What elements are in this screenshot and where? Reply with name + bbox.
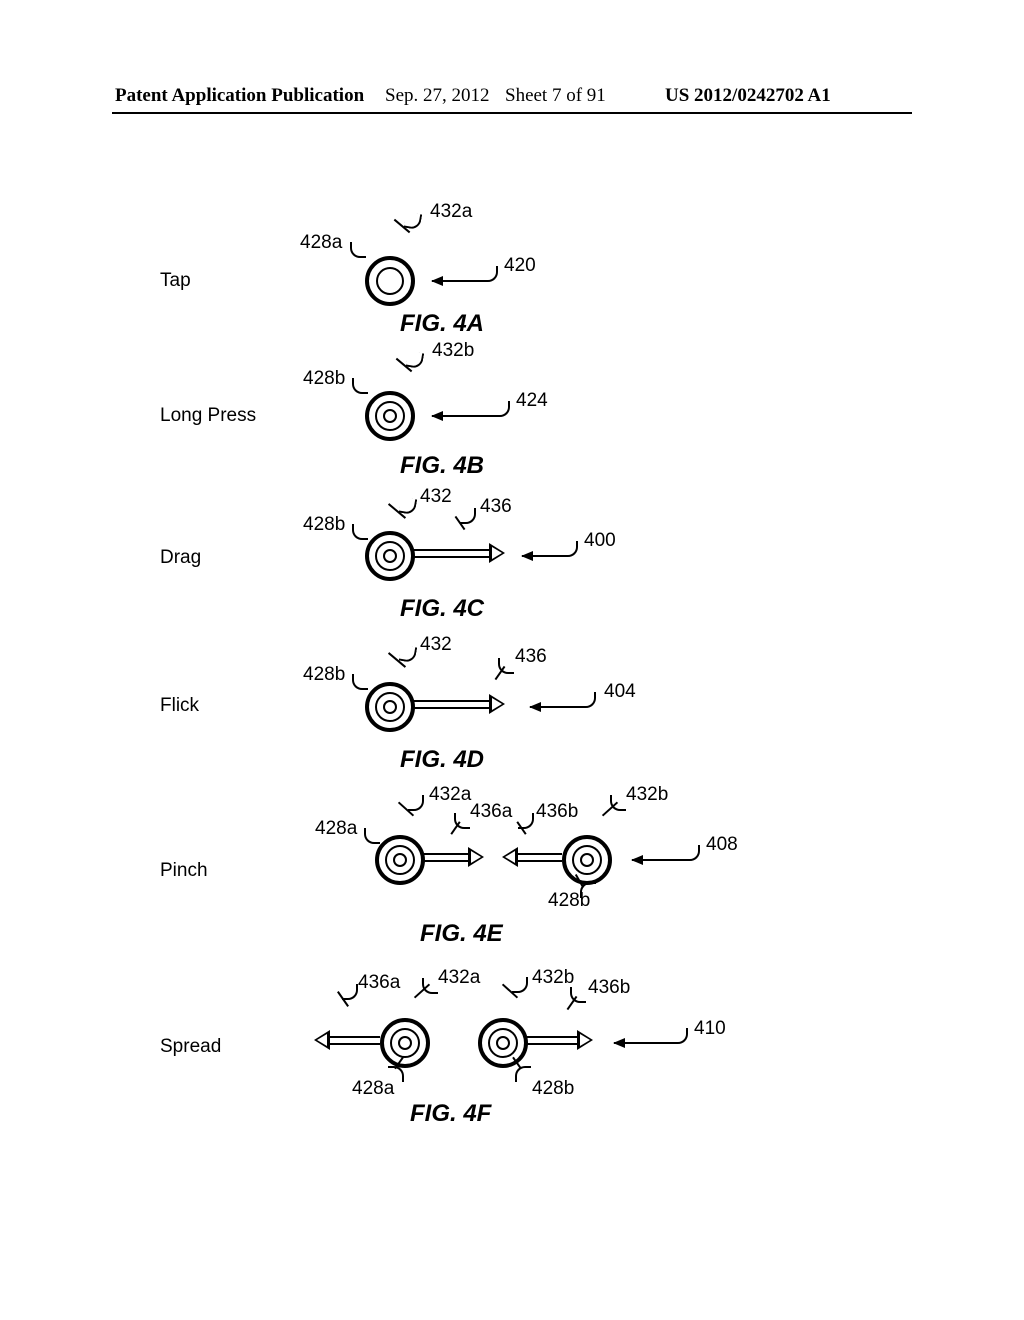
leader-hook-icon [399,645,418,664]
ref-436a: 436a [358,972,400,994]
leader-hook-icon [684,845,700,861]
pointer-arrow-icon [530,706,580,708]
flick-motion-arrow-icon [413,700,503,710]
pointer-arrow-icon [614,1042,672,1044]
ref-432b: 432b [432,340,474,362]
ref-408: 408 [706,834,738,856]
drag-origin-icon [365,531,415,581]
pinch-right-arrow-icon [424,853,482,863]
drag-motion-arrow-icon [413,549,503,559]
sheet-number: Sheet 7 of 91 [505,85,606,107]
ref-428a: 428a [315,818,357,840]
pointer-arrow-icon [432,280,482,282]
gesture-label-drag: Drag [160,547,201,569]
ref-404: 404 [604,681,636,703]
flick-origin-icon [365,682,415,732]
leader-hook-icon [342,984,358,1000]
leader-hook-icon [580,692,596,708]
gesture-label-pinch: Pinch [160,860,208,882]
ref-432a: 432a [438,967,480,989]
ref-432: 432 [420,486,452,508]
ref-428b: 428b [303,664,345,686]
leader-hook-icon [352,524,368,540]
fig-caption-4c: FIG. 4C [400,595,484,623]
pointer-arrow-icon [632,859,684,861]
ref-432a: 432a [430,201,472,223]
ref-432a: 432a [429,784,471,806]
leader-hook-icon [350,242,366,258]
ref-428b: 428b [532,1078,574,1100]
leader-hook-icon [512,977,528,993]
fig-caption-4b: FIG. 4B [400,452,484,480]
ref-428b: 428b [303,514,345,536]
gesture-label-flick: Flick [160,695,199,717]
ref-432b: 432b [532,967,574,989]
pointer-arrow-icon [522,555,562,557]
gesture-label-tap: Tap [160,270,191,292]
ref-436a: 436a [470,801,512,823]
leader-hook-icon [364,828,380,844]
ref-428b: 428b [303,368,345,390]
leader-hook-icon [562,541,578,557]
leader-hook-icon [352,378,368,394]
gesture-label-spread: Spread [160,1036,221,1058]
ref-424: 424 [516,390,548,412]
tap-gesture-icon [365,256,415,306]
spread-right-arrow-icon [527,1036,591,1046]
fig-caption-4e: FIG. 4E [420,920,503,948]
document-number: US 2012/0242702 A1 [665,85,831,107]
publication-date: Sep. 27, 2012 [385,85,490,107]
long-press-gesture-icon [365,391,415,441]
fig-caption-4a: FIG. 4A [400,310,484,338]
leader-hook-icon [408,795,424,811]
leader-hook-icon [460,508,476,524]
ref-400: 400 [584,530,616,552]
spread-right-icon [478,1018,528,1068]
publication-title: Patent Application Publication [115,85,364,107]
leader-hook-icon [352,674,368,690]
ref-436: 436 [480,496,512,518]
spread-left-icon [380,1018,430,1068]
ref-410: 410 [694,1018,726,1040]
leader-hook-icon [494,401,510,417]
pinch-right-icon [562,835,612,885]
ref-428a: 428a [300,232,342,254]
ref-432: 432 [420,634,452,656]
leader-hook-icon [515,1066,531,1082]
ref-436: 436 [515,646,547,668]
ref-436b: 436b [588,977,630,999]
header-rule [112,112,912,114]
spread-left-arrow-icon [316,1036,380,1046]
leader-hook-icon [482,266,498,282]
leader-hook-icon [672,1028,688,1044]
ref-436b: 436b [536,801,578,823]
pinch-left-icon [375,835,425,885]
ref-432b: 432b [626,784,668,806]
pointer-arrow-icon [432,415,494,417]
pinch-left-arrow-icon [504,853,562,863]
gesture-label-long-press: Long Press [160,405,256,427]
fig-caption-4f: FIG. 4F [410,1100,491,1128]
ref-420: 420 [504,255,536,277]
leader-hook-icon [580,882,596,898]
fig-caption-4d: FIG. 4D [400,746,484,774]
